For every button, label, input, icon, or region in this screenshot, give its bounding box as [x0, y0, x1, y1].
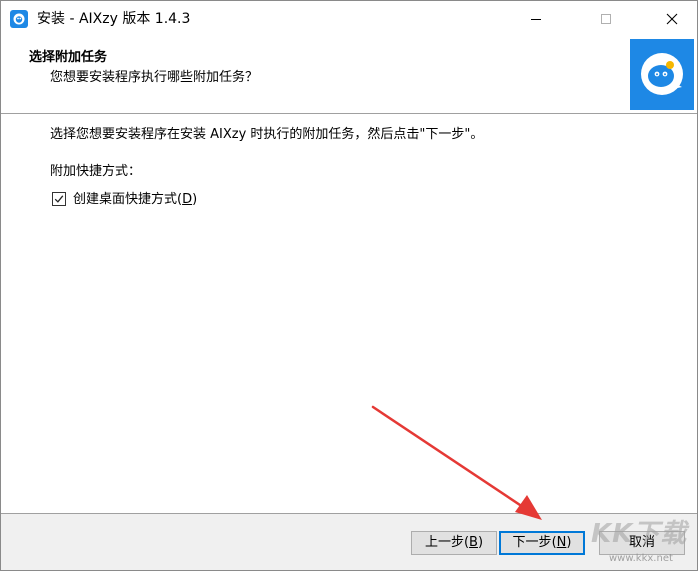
title-bar[interactable]: 安装 - AIXzy 版本 1.4.3 — [1, 1, 697, 37]
maximize-icon — [601, 14, 611, 24]
app-icon — [10, 10, 28, 28]
shortcut-section-label: 附加快捷方式： — [50, 164, 142, 179]
back-button[interactable]: 上一步(B) — [411, 531, 497, 555]
next-button[interactable]: 下一步(N) — [499, 531, 585, 555]
minimize-button[interactable] — [513, 1, 559, 37]
page-title: 选择附加任务 — [29, 50, 108, 65]
window-title: 安装 - AIXzy 版本 1.4.3 — [37, 11, 191, 27]
minimize-icon — [531, 19, 541, 20]
aixzy-logo-icon — [630, 39, 694, 110]
page-subtitle: 您想要安装程序执行哪些附加任务？ — [50, 70, 259, 85]
close-button[interactable] — [649, 1, 695, 37]
maximize-button[interactable] — [583, 1, 629, 37]
cancel-button[interactable]: 取消 — [599, 531, 685, 555]
checkmark-icon — [54, 195, 64, 203]
desktop-shortcut-label[interactable]: 创建桌面快捷方式(D) — [73, 191, 197, 209]
installer-window: 安装 - AIXzy 版本 1.4.3 选择附加任务 您想要安装程序执行哪些附加… — [0, 0, 698, 571]
header-divider — [1, 113, 697, 115]
button-bar: 上一步(B) 下一步(N) 取消 — [1, 514, 697, 570]
close-icon — [666, 13, 678, 25]
task-description: 选择您想要安装程序在安装 AIXzy 时执行的附加任务，然后点击"下一步"。 — [50, 127, 484, 142]
wizard-header: 选择附加任务 您想要安装程序执行哪些附加任务？ — [1, 37, 697, 113]
desktop-shortcut-checkbox[interactable] — [52, 192, 66, 206]
